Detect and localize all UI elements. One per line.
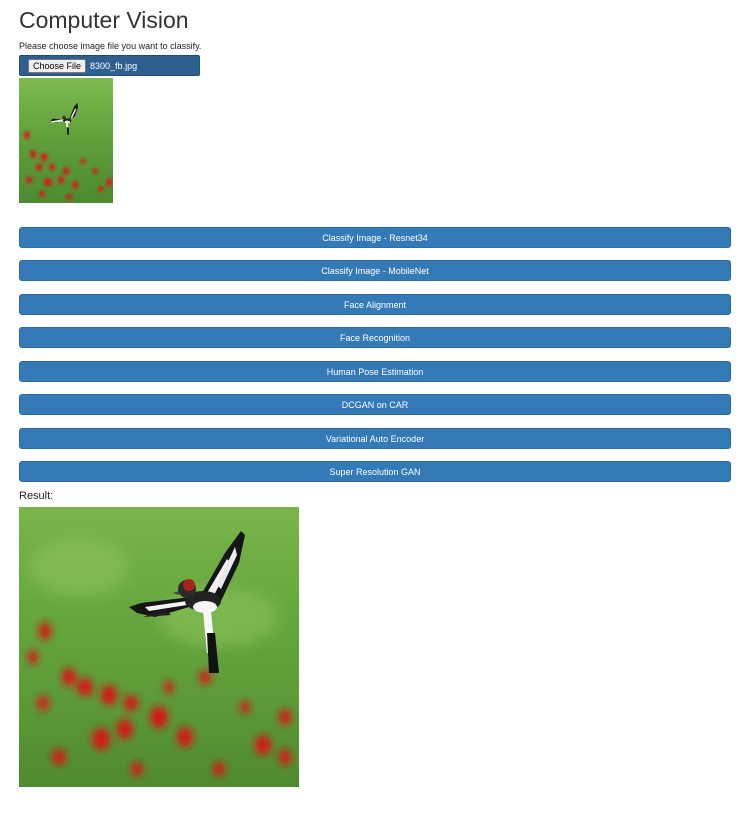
- face-recognition-button[interactable]: Face Recognition: [19, 327, 731, 348]
- result-image: [19, 507, 299, 787]
- human-pose-estimation-button[interactable]: Human Pose Estimation: [19, 361, 731, 382]
- file-input[interactable]: Choose File 8300_fb.jpg: [19, 55, 200, 76]
- selected-file-name: 8300_fb.jpg: [90, 60, 138, 71]
- dcgan-on-car-button[interactable]: DCGAN on CAR: [19, 394, 731, 415]
- preview-image: [19, 78, 113, 203]
- face-alignment-button[interactable]: Face Alignment: [19, 294, 731, 315]
- classify-resnet34-button[interactable]: Classify Image - Resnet34: [19, 227, 731, 248]
- variational-auto-encoder-button[interactable]: Variational Auto Encoder: [19, 428, 731, 449]
- page-title: Computer Vision: [19, 7, 189, 33]
- super-resolution-gan-button[interactable]: Super Resolution GAN: [19, 461, 731, 482]
- classify-mobilenet-button[interactable]: Classify Image - MobileNet: [19, 260, 731, 281]
- choose-file-button[interactable]: Choose File: [28, 58, 87, 73]
- result-label: Result:: [19, 490, 54, 502]
- upload-instructions: Please choose image file you want to cla…: [19, 41, 202, 51]
